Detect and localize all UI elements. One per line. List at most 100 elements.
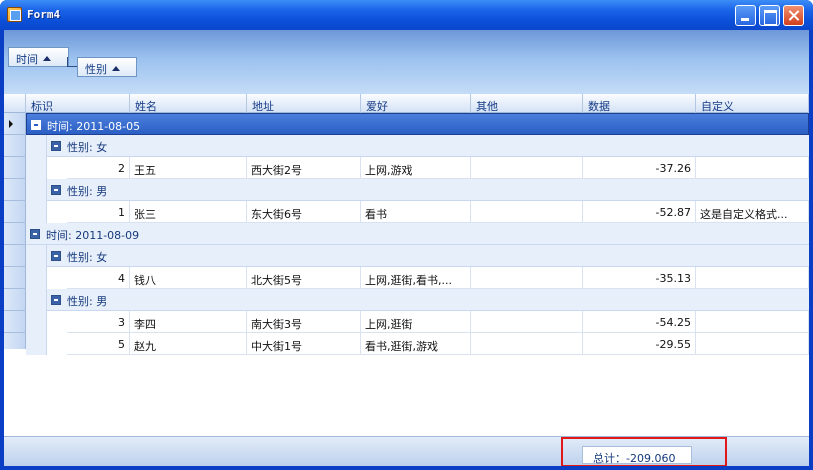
row-indicator[interactable]	[4, 157, 26, 179]
subgroup-row[interactable]: 性别: 男	[47, 179, 809, 201]
table-row[interactable]: 2 王五 西大街2号 上网,游戏 -37.26	[67, 157, 809, 179]
minimize-icon[interactable]	[735, 5, 756, 26]
cell-id[interactable]: 1	[67, 201, 130, 223]
cell-address[interactable]: 东大街6号	[247, 201, 361, 223]
cell-name[interactable]: 赵九	[130, 333, 247, 355]
column-header-name[interactable]: 姓名	[130, 94, 247, 113]
cell-data[interactable]: -52.87	[583, 201, 696, 223]
cell-address[interactable]: 北大街5号	[247, 267, 361, 289]
row-indicator[interactable]	[4, 223, 26, 245]
grid-footer: 总计：-209.060	[4, 436, 809, 466]
collapse-icon[interactable]	[51, 251, 61, 261]
column-header-hobby[interactable]: 爱好	[361, 94, 471, 113]
column-header-label: 自定义	[701, 100, 734, 113]
client-area: 时间 性别 标识 姓名 地址 爱好 其他 数据 自定义 时间: 2011-08-05 性别: …	[4, 30, 809, 466]
column-header-custom[interactable]: 自定义	[696, 94, 809, 113]
group-indent	[26, 179, 47, 223]
cell-other[interactable]	[471, 311, 583, 333]
cell-name[interactable]: 王五	[130, 157, 247, 179]
row-indicator[interactable]	[4, 267, 26, 289]
row-indicator-icon	[9, 120, 13, 128]
cell-data[interactable]: -35.13	[583, 267, 696, 289]
cell-id[interactable]: 4	[67, 267, 130, 289]
cell-name[interactable]: 李四	[130, 311, 247, 333]
cell-name[interactable]: 钱八	[130, 267, 247, 289]
group-button-gender[interactable]: 性别	[77, 57, 137, 77]
sort-ascending-icon	[112, 66, 120, 71]
column-header-address[interactable]: 地址	[247, 94, 361, 113]
cell-address[interactable]: 西大街2号	[247, 157, 361, 179]
subgroup-row-label: 性别: 女	[67, 141, 108, 154]
group-indent	[26, 135, 47, 179]
table-row[interactable]: 5 赵九 中大街1号 看书,逛街,游戏 -29.55	[67, 333, 809, 355]
collapse-icon[interactable]	[51, 185, 61, 195]
cell-custom[interactable]	[696, 311, 809, 333]
column-header-label: 数据	[588, 100, 610, 113]
cell-other[interactable]	[471, 333, 583, 355]
row-indicator[interactable]	[4, 311, 26, 333]
row-indicator[interactable]	[4, 179, 26, 201]
cell-other[interactable]	[471, 157, 583, 179]
column-header-label: 其他	[476, 100, 498, 113]
row-indicator[interactable]	[4, 113, 26, 135]
group-row[interactable]: 时间: 2011-08-05	[26, 113, 809, 135]
cell-hobby[interactable]: 上网,游戏	[361, 157, 471, 179]
subgroup-row[interactable]: 性别: 男	[47, 289, 809, 311]
cell-custom[interactable]	[696, 333, 809, 355]
data-grid: 标识 姓名 地址 爱好 其他 数据 自定义 时间: 2011-08-05 性别: 女 2 王五 西大…	[4, 94, 809, 436]
cell-custom[interactable]	[696, 267, 809, 289]
row-indicator[interactable]	[4, 289, 26, 311]
annotation-highlight-box	[561, 437, 727, 466]
cell-id[interactable]: 2	[67, 157, 130, 179]
group-button-time[interactable]: 时间	[8, 47, 69, 67]
collapse-icon[interactable]	[51, 295, 61, 305]
cell-hobby[interactable]: 看书,逛街,游戏	[361, 333, 471, 355]
subgroup-row-label: 性别: 女	[67, 251, 108, 264]
table-row[interactable]: 1 张三 东大街6号 看书 -52.87 这是自定义格式...	[67, 201, 809, 223]
cell-name[interactable]: 张三	[130, 201, 247, 223]
cell-address[interactable]: 中大街1号	[247, 333, 361, 355]
collapse-icon[interactable]	[30, 229, 40, 239]
app-icon	[7, 7, 22, 22]
table-row[interactable]: 3 李四 南大街3号 上网,逛街 -54.25	[67, 311, 809, 333]
row-indicator[interactable]	[4, 201, 26, 223]
column-header-label: 地址	[252, 100, 274, 113]
title-bar[interactable]: Form4	[0, 0, 813, 30]
cell-data[interactable]: -29.55	[583, 333, 696, 355]
cell-address[interactable]: 南大街3号	[247, 311, 361, 333]
cell-hobby[interactable]: 看书	[361, 201, 471, 223]
subgroup-row[interactable]: 性别: 女	[47, 245, 809, 267]
cell-custom[interactable]	[696, 157, 809, 179]
column-header-row: 标识 姓名 地址 爱好 其他 数据 自定义	[4, 94, 809, 113]
cell-hobby[interactable]: 上网,逛街,看书,...	[361, 267, 471, 289]
close-icon[interactable]	[783, 5, 804, 26]
group-row[interactable]: 时间: 2011-08-09	[26, 223, 809, 245]
header-corner	[4, 94, 26, 113]
cell-hobby[interactable]: 上网,逛街	[361, 311, 471, 333]
column-header-data[interactable]: 数据	[583, 94, 696, 113]
cell-data[interactable]: -54.25	[583, 311, 696, 333]
group-indent	[26, 289, 47, 355]
column-header-other[interactable]: 其他	[471, 94, 583, 113]
subgroup-row-label: 性别: 男	[67, 295, 108, 308]
group-row-label: 时间: 2011-08-05	[47, 120, 141, 133]
column-header-label: 爱好	[366, 100, 388, 113]
column-header-label: 标识	[31, 100, 53, 113]
cell-id[interactable]: 5	[67, 333, 130, 355]
cell-id[interactable]: 3	[67, 311, 130, 333]
table-row[interactable]: 4 钱八 北大街5号 上网,逛街,看书,... -35.13	[67, 267, 809, 289]
window-title: Form4	[27, 8, 61, 21]
row-indicator[interactable]	[4, 245, 26, 267]
column-header-id[interactable]: 标识	[26, 94, 130, 113]
cell-other[interactable]	[471, 201, 583, 223]
cell-data[interactable]: -37.26	[583, 157, 696, 179]
subgroup-row[interactable]: 性别: 女	[47, 135, 809, 157]
collapse-icon[interactable]	[51, 141, 61, 151]
grid-empty-area	[4, 349, 809, 436]
maximize-icon[interactable]	[759, 5, 780, 26]
subgroup-row-label: 性别: 男	[67, 185, 108, 198]
cell-other[interactable]	[471, 267, 583, 289]
row-indicator[interactable]	[4, 135, 26, 157]
collapse-icon[interactable]	[31, 120, 41, 130]
cell-custom[interactable]: 这是自定义格式...	[696, 201, 809, 223]
